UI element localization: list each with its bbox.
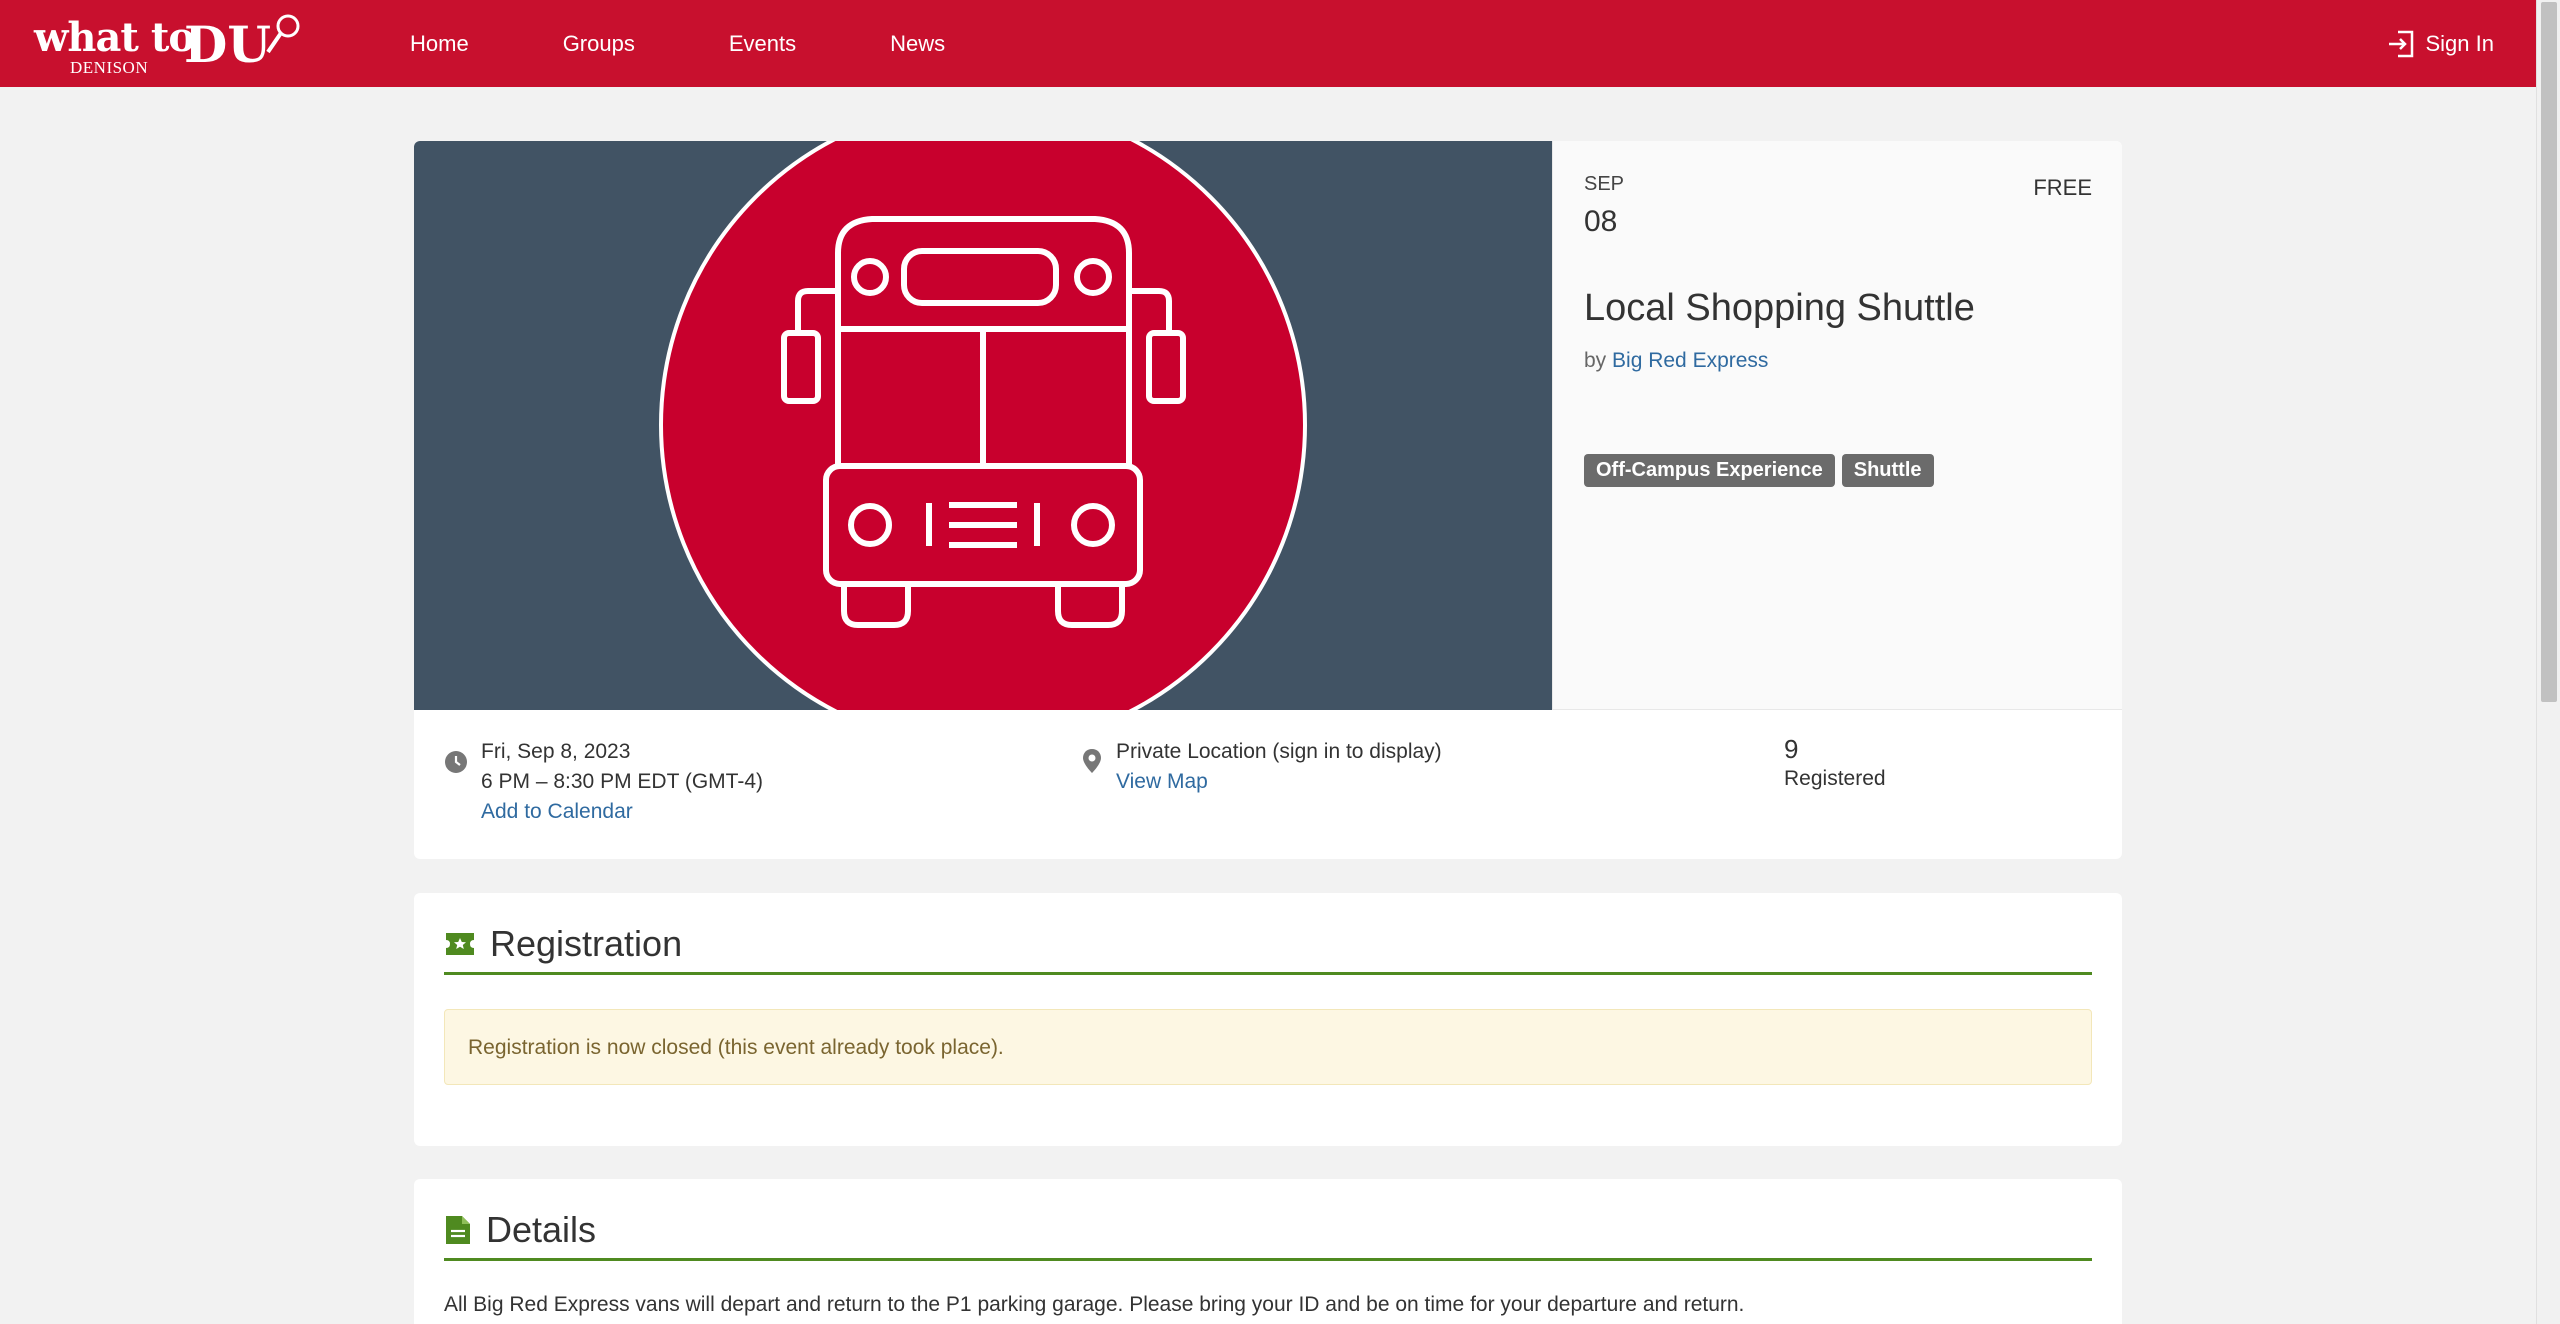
- event-byline: by Big Red Express: [1584, 349, 1768, 373]
- nav-events[interactable]: Events: [729, 0, 796, 87]
- details-card: Details All Big Red Express vans will de…: [414, 1179, 2122, 1324]
- main-nav: Home Groups Events News: [410, 0, 1039, 87]
- event-tags: Off-Campus Experience Shuttle: [1584, 454, 1934, 487]
- registered-count: 9: [1784, 734, 1799, 764]
- event-date: Fri, Sep 8, 2023: [481, 740, 631, 763]
- logo-mark-text: DU: [184, 15, 271, 72]
- registered-stat: 9 Registered: [1784, 734, 1886, 794]
- scrollbar-thumb[interactable]: [2541, 2, 2557, 702]
- event-title: Local Shopping Shuttle: [1584, 287, 1975, 329]
- top-navbar: what to DENISON DU Home Groups Events Ne…: [0, 0, 2536, 87]
- nav-home[interactable]: Home: [410, 0, 469, 87]
- document-icon: [446, 1215, 470, 1244]
- logo-subtext: DENISON: [70, 58, 149, 77]
- event-info-row: Fri, Sep 8, 2023 6 PM – 8:30 PM EDT (GMT…: [414, 710, 2122, 859]
- add-to-calendar-link[interactable]: Add to Calendar: [481, 800, 633, 823]
- event-time: 6 PM – 8:30 PM EDT (GMT-4): [481, 770, 764, 793]
- details-header: Details: [444, 1201, 2092, 1261]
- organizer-link[interactable]: Big Red Express: [1612, 349, 1768, 372]
- registered-label: Registered: [1784, 767, 1886, 790]
- site-logo[interactable]: what to DENISON DU: [34, 12, 300, 77]
- signin-icon: [2388, 30, 2413, 57]
- sign-in-label: Sign In: [2425, 30, 2495, 56]
- event-summary: SEP 08 FREE Local Shopping Shuttle by Bi…: [1552, 141, 2122, 710]
- event-month: SEP: [1584, 173, 1625, 195]
- ticket-icon: [446, 932, 474, 955]
- sign-in-button[interactable]: Sign In: [2386, 0, 2495, 87]
- registration-header: Registration: [444, 915, 2092, 975]
- registration-heading: Registration: [490, 922, 683, 964]
- location-text: Private Location (sign in to display): [1116, 740, 1442, 763]
- by-prefix: by: [1584, 349, 1607, 372]
- bus-icon: [659, 141, 1307, 710]
- nav-groups[interactable]: Groups: [563, 0, 635, 87]
- event-location: Private Location (sign in to display) Vi…: [1116, 737, 1442, 797]
- nav-news[interactable]: News: [890, 0, 945, 87]
- page-scrollbar[interactable]: [2536, 0, 2560, 1324]
- event-day: 08: [1584, 205, 1618, 238]
- logo-text: what to: [34, 14, 195, 61]
- event-image: [414, 141, 1552, 710]
- du-logo-icon: DU: [184, 14, 300, 72]
- view-map-link[interactable]: View Map: [1116, 770, 1208, 793]
- event-price: FREE: [2033, 175, 2092, 200]
- details-text: All Big Red Express vans will depart and…: [444, 1293, 1745, 1316]
- map-pin-icon: [1083, 749, 1101, 773]
- tag-off-campus[interactable]: Off-Campus Experience: [1584, 454, 1835, 487]
- tag-shuttle[interactable]: Shuttle: [1841, 454, 1934, 487]
- registration-closed-notice: Registration is now closed (this event a…: [444, 1009, 2092, 1085]
- details-heading: Details: [486, 1208, 597, 1250]
- event-datetime: Fri, Sep 8, 2023 6 PM – 8:30 PM EDT (GMT…: [481, 737, 763, 827]
- event-hero-card: SEP 08 FREE Local Shopping Shuttle by Bi…: [414, 141, 2122, 859]
- clock-icon: [445, 751, 467, 773]
- registration-card: Registration Registration is now closed …: [414, 893, 2122, 1146]
